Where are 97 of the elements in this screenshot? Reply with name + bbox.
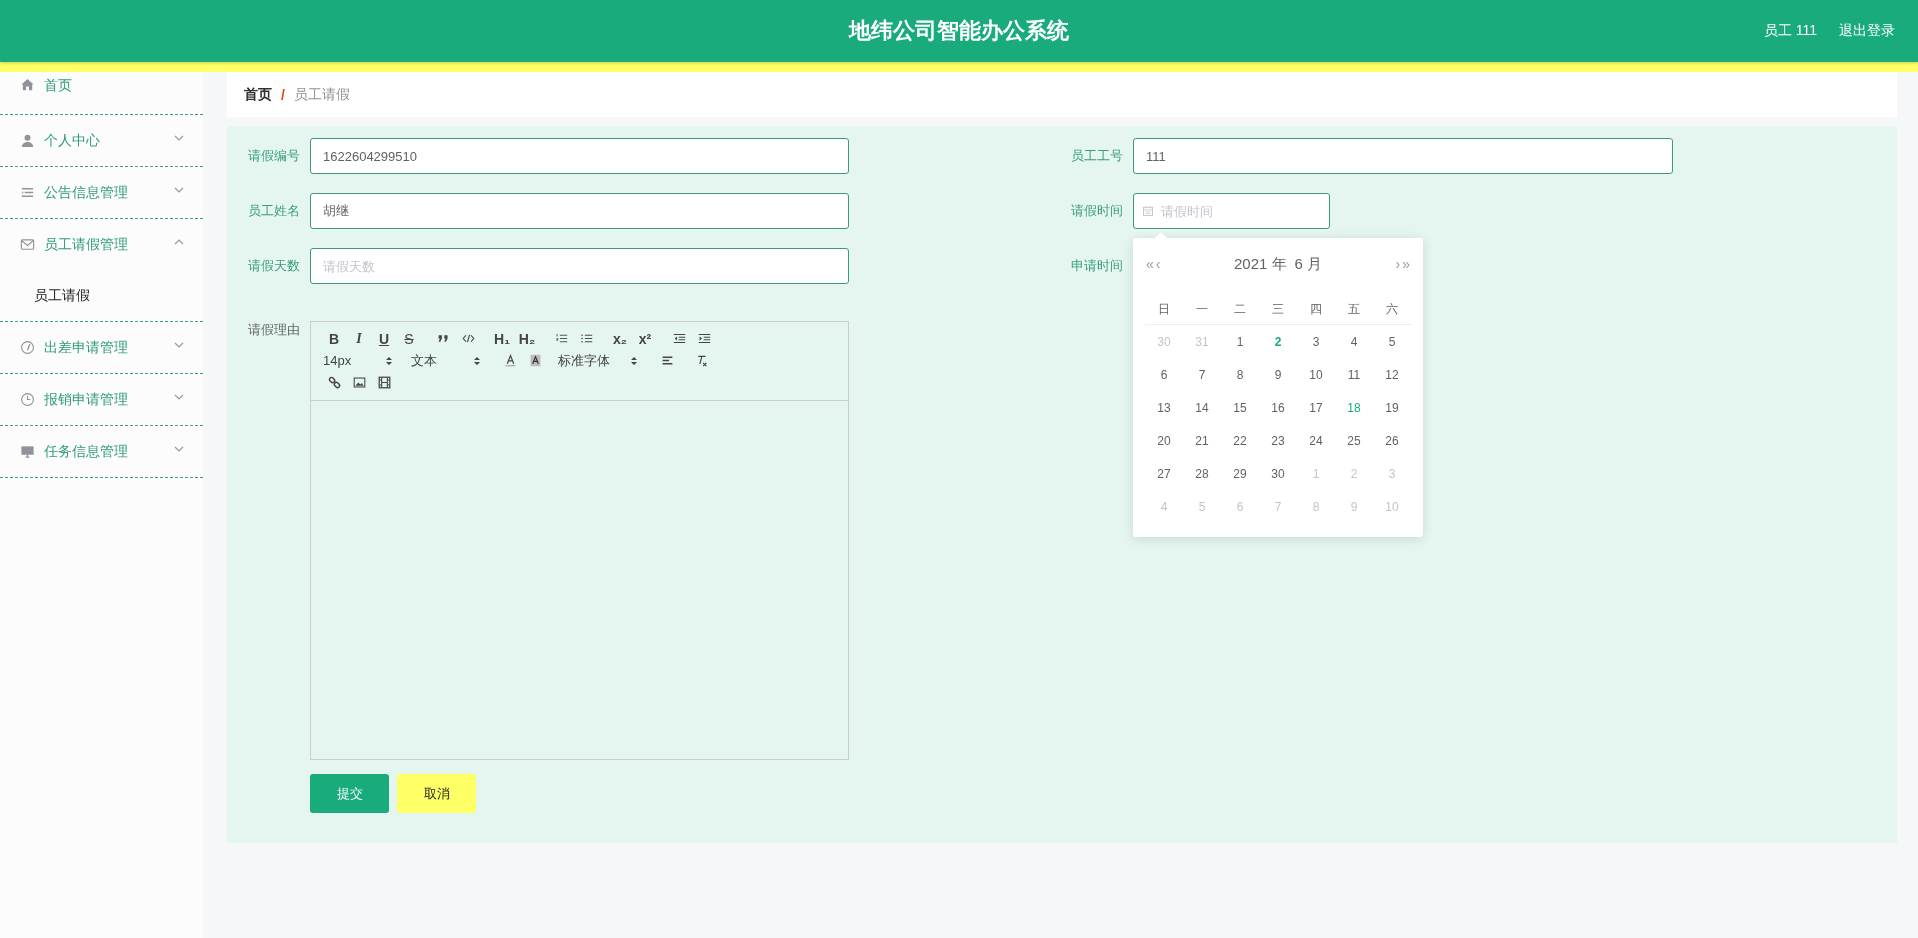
calendar-day[interactable]: 23 xyxy=(1259,433,1297,448)
toolbar-button[interactable]: H₁ xyxy=(491,329,513,348)
sidebar-item[interactable]: 首页 xyxy=(0,72,203,114)
calendar-day[interactable]: 16 xyxy=(1259,400,1297,415)
toolbar-button[interactable]: U xyxy=(373,329,395,348)
calendar-icon xyxy=(1142,205,1154,217)
app-title: 地纬公司智能办公系统 xyxy=(849,17,1069,45)
indent-icon xyxy=(697,332,711,345)
calendar-day[interactable]: 28 xyxy=(1183,466,1221,481)
calendar-day[interactable]: 24 xyxy=(1297,433,1335,448)
home-icon xyxy=(20,77,35,92)
user-icon xyxy=(20,133,35,148)
calendar-day[interactable]: 1 xyxy=(1221,334,1259,349)
sidebar-subitem[interactable]: 员工请假 xyxy=(0,270,203,321)
field-label: 请假理由 xyxy=(248,321,301,339)
weekday-label: 六 xyxy=(1385,300,1399,318)
link-icon xyxy=(327,376,341,389)
calendar-day[interactable]: 21 xyxy=(1183,433,1221,448)
toolbar-button[interactable]: H₂ xyxy=(516,329,538,348)
toolbar-button[interactable]: x² xyxy=(634,329,656,348)
weekday-label: 五 xyxy=(1347,300,1361,318)
film-icon xyxy=(377,376,391,389)
sidebar-item[interactable]: 员工请假管理 xyxy=(0,219,203,270)
calendar-day[interactable]: 6 xyxy=(1145,367,1183,382)
align-left-icon xyxy=(660,354,674,367)
breadcrumb-separator: / xyxy=(281,86,285,103)
input-field[interactable]: 胡继 xyxy=(310,193,849,229)
calendar-day[interactable]: 27 xyxy=(1145,466,1183,481)
dropdown-picker[interactable]: 标准字体 xyxy=(558,351,638,370)
calendar-day[interactable]: 20 xyxy=(1145,433,1183,448)
calendar-day[interactable]: 14 xyxy=(1183,400,1221,415)
sort-arrows-icon xyxy=(473,355,481,366)
clock-icon xyxy=(20,392,35,407)
date-field[interactable]: 请假时间 xyxy=(1133,193,1330,229)
calendar-day[interactable]: 15 xyxy=(1221,400,1259,415)
calendar-day[interactable]: 8 xyxy=(1221,367,1259,382)
calendar-day[interactable]: 22 xyxy=(1221,433,1259,448)
weekday-label: 一 xyxy=(1195,300,1209,318)
calendar-day[interactable]: 10 xyxy=(1297,367,1335,382)
dropdown-picker[interactable]: 文本 xyxy=(411,351,481,370)
monitor-icon xyxy=(20,444,35,459)
calendar-day[interactable]: 13 xyxy=(1145,400,1183,415)
weekday-label: 二 xyxy=(1233,300,1247,318)
toolbar-button[interactable]: I xyxy=(348,329,370,348)
field-label: 员工姓名 xyxy=(248,202,301,220)
calendar-day[interactable]: 7 xyxy=(1183,367,1221,382)
weekday-label: 日 xyxy=(1157,300,1171,318)
sidebar-item[interactable]: 公告信息管理 xyxy=(0,167,203,218)
toolbar-button[interactable]: B xyxy=(323,329,345,348)
sort-arrows-icon xyxy=(385,355,393,366)
mail-icon xyxy=(20,237,35,252)
calendar-day[interactable]: 3 xyxy=(1297,334,1335,349)
month-label[interactable]: 6 月 xyxy=(1294,254,1323,274)
calendar-day[interactable]: 30 xyxy=(1259,466,1297,481)
weekday-label: 四 xyxy=(1309,300,1323,318)
sidebar-item[interactable]: 出差申请管理 xyxy=(0,322,203,373)
calendar-day[interactable]: 5 xyxy=(1373,334,1411,349)
sidebar-item[interactable]: 任务信息管理 xyxy=(0,426,203,477)
calendar-day[interactable]: 9 xyxy=(1259,367,1297,382)
field-label: 申请时间 xyxy=(1071,257,1124,275)
calendar-day[interactable]: 26 xyxy=(1373,433,1411,448)
highlight-icon xyxy=(528,354,542,367)
user-label: 员工 111 xyxy=(1763,22,1817,40)
bullet-list-icon xyxy=(579,332,593,345)
field-label: 请假时间 xyxy=(1071,202,1124,220)
outdent-icon xyxy=(672,332,686,345)
weekday-label: 三 xyxy=(1271,300,1285,318)
input-field[interactable]: 请假天数 xyxy=(310,248,849,284)
calendar-day[interactable]: 25 xyxy=(1335,433,1373,448)
breadcrumb-link[interactable]: 首页 xyxy=(244,85,272,104)
sort-arrows-icon xyxy=(630,355,638,366)
image-icon xyxy=(352,376,366,389)
calendar-day[interactable]: 12 xyxy=(1373,367,1411,382)
field-label: 请假编号 xyxy=(248,147,301,165)
code-icon xyxy=(461,332,475,345)
field-label: 员工工号 xyxy=(1071,147,1124,165)
toolbar-button[interactable]: S xyxy=(398,329,420,348)
calendar-day[interactable]: 29 xyxy=(1221,466,1259,481)
calendar-day[interactable]: 4 xyxy=(1335,334,1373,349)
dropdown-picker[interactable]: 14px xyxy=(323,353,393,368)
calendar-day[interactable]: 17 xyxy=(1297,400,1335,415)
input-field[interactable]: 1622604299510 xyxy=(310,138,849,174)
calendar-day[interactable]: 11 xyxy=(1335,367,1373,382)
year-label[interactable]: 2021 年 xyxy=(1233,254,1287,274)
input-field[interactable]: 111 xyxy=(1133,138,1673,174)
gauge-icon xyxy=(20,340,35,355)
numbered-list-icon xyxy=(554,332,568,345)
sidebar-item[interactable]: 报销申请管理 xyxy=(0,374,203,425)
calendar-day[interactable]: 19 xyxy=(1373,400,1411,415)
list-icon xyxy=(20,185,35,200)
sidebar-item[interactable]: 个人中心 xyxy=(0,115,203,166)
breadcrumb-current: 员工请假 xyxy=(293,85,350,104)
toolbar-button[interactable]: x₂ xyxy=(609,329,631,348)
field-label: 请假天数 xyxy=(248,257,301,275)
cancel-button[interactable]: 取消 xyxy=(397,774,476,813)
text-color-icon xyxy=(503,354,517,367)
quote-icon xyxy=(436,332,450,345)
